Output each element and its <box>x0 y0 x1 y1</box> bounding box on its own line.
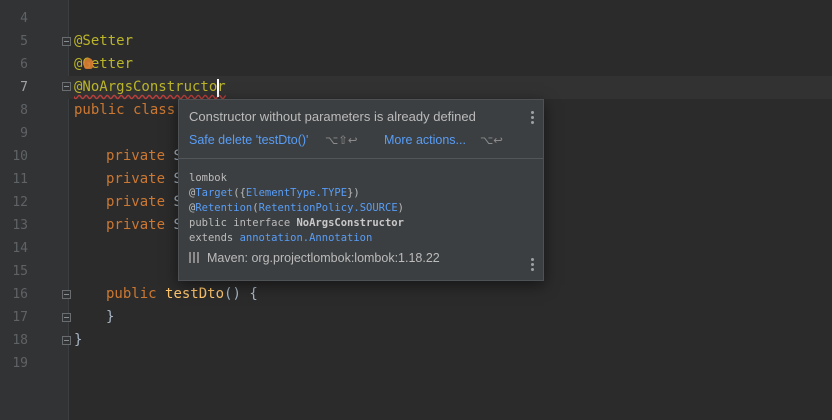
code-line-10[interactable]: private S <box>106 145 182 168</box>
code-line-16[interactable]: public testDto() { <box>106 283 258 306</box>
keyword: private <box>106 148 166 164</box>
more-actions-link[interactable]: More actions... <box>384 133 466 147</box>
code-line-8[interactable]: public class <box>74 99 175 122</box>
doc-declaration-line: public interface NoArgsConstructor <box>189 216 404 231</box>
keyword: private <box>106 217 166 233</box>
line-number: 16 <box>12 287 28 302</box>
line-number: 11 <box>12 172 28 187</box>
keyword: private <box>106 194 166 210</box>
code-line-7[interactable]: @NoArgsConstructor <box>74 76 226 99</box>
code-line-5[interactable]: @Setter <box>74 30 133 53</box>
line-number: 10 <box>12 149 28 164</box>
doc-options-icon[interactable] <box>530 258 534 272</box>
maven-source: Maven: org.projectlombok:lombok:1.18.22 <box>189 251 440 265</box>
popup-header: Constructor without parameters is alread… <box>179 100 543 159</box>
intention-bulb-icon[interactable] <box>84 58 93 69</box>
line-number: 7 <box>20 80 28 95</box>
inspection-popup: Constructor without parameters is alread… <box>178 99 544 281</box>
code-line-11[interactable]: private S <box>106 168 182 191</box>
doc-package: lombok <box>189 172 227 184</box>
popup-message: Constructor without parameters is alread… <box>189 109 476 124</box>
line-number: 6 <box>20 57 28 72</box>
doc-punct: ) <box>397 202 404 214</box>
line-number: 14 <box>12 241 28 256</box>
library-icon <box>189 252 201 263</box>
line-number: 13 <box>12 218 28 233</box>
line-number: 15 <box>12 264 28 279</box>
fold-toggle-icon[interactable] <box>62 82 71 91</box>
doc-decl-name: NoArgsConstructor <box>296 217 404 229</box>
line-number: 5 <box>20 34 28 49</box>
line-number: 17 <box>12 310 28 325</box>
doc-decl-prefix: public interface <box>189 217 297 229</box>
doc-extends-kw: extends <box>189 232 240 244</box>
doc-elementtype-link[interactable]: ElementType.TYPE <box>246 187 347 199</box>
code-line-13[interactable]: private S <box>106 214 182 237</box>
safe-delete-action[interactable]: Safe delete 'testDto()' <box>189 133 308 147</box>
code-line-18[interactable]: } <box>74 329 82 352</box>
doc-target-link[interactable]: Target <box>195 187 233 199</box>
maven-label: Maven: org.projectlombok:lombok:1.18.22 <box>207 251 440 265</box>
line-number: 8 <box>20 103 28 118</box>
error-annotation: @NoArgsConstructor <box>74 79 226 95</box>
fold-toggle-icon[interactable] <box>62 290 71 299</box>
fold-toggle-icon[interactable] <box>62 313 71 322</box>
doc-retention-link[interactable]: Retention <box>195 202 252 214</box>
line-number: 9 <box>20 126 28 141</box>
code-line-12[interactable]: private S <box>106 191 182 214</box>
safe-delete-shortcut: ⌥⇧↩ <box>325 133 358 147</box>
doc-punct: }) <box>347 187 360 199</box>
more-actions-shortcut: ⌥↩ <box>480 133 503 147</box>
doc-annotation-link[interactable]: annotation.Annotation <box>240 232 373 244</box>
line-number: 18 <box>12 333 28 348</box>
fold-toggle-icon[interactable] <box>62 37 71 46</box>
keyword: private <box>106 171 166 187</box>
line-number: 12 <box>12 195 28 210</box>
line-number: 19 <box>12 356 28 371</box>
method-name: testDto <box>165 286 225 302</box>
keyword: public <box>106 286 157 302</box>
method-body-open: () { <box>224 286 258 302</box>
code-line-17[interactable]: } <box>106 306 114 329</box>
doc-target-line: @Target({ElementType.TYPE}) <box>189 186 360 201</box>
doc-extends-line: extends annotation.Annotation <box>189 231 372 246</box>
doc-retentionpolicy-link[interactable]: RetentionPolicy.SOURCE <box>259 202 398 214</box>
text-caret <box>217 79 219 97</box>
code-line-6[interactable]: @Getter <box>74 53 133 76</box>
line-number: 4 <box>20 11 28 26</box>
gutter-separator <box>68 0 69 420</box>
more-options-icon[interactable] <box>530 111 534 125</box>
fold-toggle-icon[interactable] <box>62 336 71 345</box>
doc-punct: ({ <box>233 187 246 199</box>
doc-retention-line: @Retention(RetentionPolicy.SOURCE) <box>189 201 404 216</box>
